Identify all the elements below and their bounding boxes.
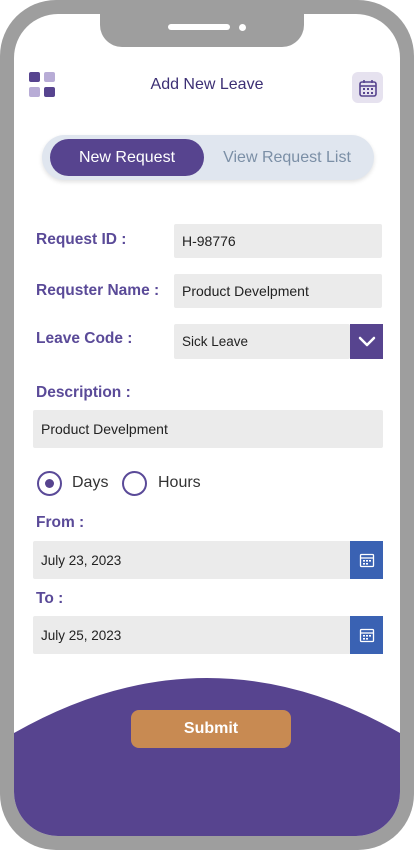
from-date-field[interactable]: July 23, 2023	[33, 541, 351, 579]
submit-button[interactable]: Submit	[131, 710, 291, 748]
leave-code-value: Sick Leave	[182, 334, 249, 349]
from-date-picker-button[interactable]	[350, 541, 383, 579]
request-id-value: H-98776	[182, 233, 236, 249]
requester-name-value: Product Develpment	[182, 283, 309, 299]
to-date-field[interactable]: July 25, 2023	[33, 616, 351, 654]
days-radio-label: Days	[72, 474, 109, 491]
days-radio[interactable]	[37, 471, 62, 496]
to-date-value: July 25, 2023	[41, 627, 122, 643]
phone-notch	[100, 14, 304, 47]
chevron-down-icon	[358, 336, 375, 346]
description-value: Product Develpment	[41, 421, 168, 437]
calendar-button[interactable]	[352, 72, 383, 103]
calendar-icon	[359, 628, 374, 643]
request-id-field[interactable]: H-98776	[174, 224, 382, 258]
bottom-wave-background	[14, 678, 400, 836]
camera-icon	[239, 24, 246, 31]
to-date-picker-button[interactable]	[350, 616, 383, 654]
calendar-icon	[359, 553, 374, 568]
tab-bar: New Request View Request List	[42, 135, 374, 180]
hours-radio-label: Hours	[158, 474, 201, 491]
request-id-label: Request ID :	[36, 231, 127, 248]
tab-new-request[interactable]: New Request	[50, 139, 204, 176]
description-field[interactable]: Product Develpment	[33, 410, 383, 448]
to-label: To :	[36, 590, 64, 607]
from-date-value: July 23, 2023	[41, 552, 122, 568]
description-label: Description :	[36, 384, 131, 401]
speaker-icon	[168, 24, 230, 30]
leave-code-select[interactable]: Sick Leave	[174, 324, 350, 359]
leave-code-dropdown-button[interactable]	[350, 324, 383, 359]
calendar-icon	[358, 79, 377, 97]
radio-selected-dot	[45, 479, 54, 488]
from-label: From :	[36, 514, 85, 531]
leave-code-label: Leave Code :	[36, 330, 133, 347]
requester-name-field[interactable]: Product Develpment	[174, 274, 382, 308]
requester-name-label: Requster Name :	[36, 282, 160, 299]
hours-radio[interactable]	[122, 471, 147, 496]
tab-view-request-list[interactable]: View Request List	[212, 139, 362, 176]
